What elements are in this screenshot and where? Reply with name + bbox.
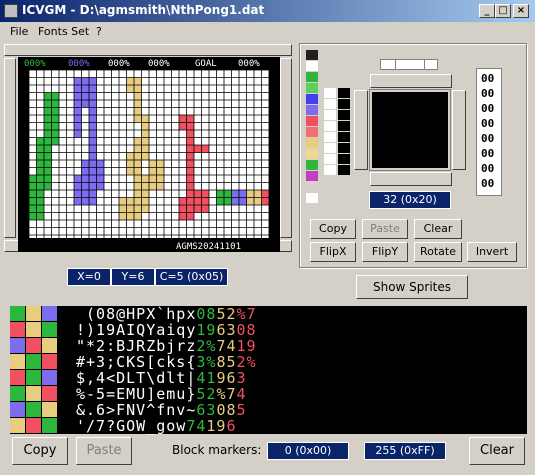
sprite-top-preview: [380, 59, 438, 70]
charset-row: "*2:BJRZbjrz2%7419: [76, 338, 257, 354]
charset-color-column: [10, 306, 75, 434]
status-p3: 000%: [108, 59, 130, 69]
menu-fonts-set[interactable]: Fonts Set: [38, 25, 89, 38]
rotate-button[interactable]: Rotate: [414, 242, 462, 262]
minimize-button[interactable]: _: [479, 4, 495, 18]
sprite-left-bar[interactable]: [354, 90, 368, 170]
charset-glyph-red: 6: [226, 417, 237, 435]
charset-row: %-5=EMU]emu}52%74: [76, 386, 257, 402]
maximize-button[interactable]: □: [495, 4, 511, 18]
status-goal-value: 000%: [238, 59, 260, 69]
charset-glyphs: (08@HPX`hpx0852%7 !)19AIQYaiqy196308 "*2:B…: [76, 306, 257, 434]
bottom-paste-button[interactable]: Paste: [76, 437, 132, 465]
sprite-canvas[interactable]: [372, 92, 448, 168]
sprite-right-bar[interactable]: [452, 90, 466, 170]
canvas-top-bar[interactable]: [4, 44, 292, 56]
sprite-index-label: 32 (0x20): [369, 191, 451, 209]
sprite-value: 00: [481, 87, 495, 100]
sprite-value: 00: [481, 117, 495, 130]
status-p2: 000%: [68, 59, 90, 69]
charset-glyph-red: 5: [236, 401, 247, 419]
pattern-canvas[interactable]: 000% 000% 000% 000% GOAL 000% AGMS202411…: [18, 57, 280, 252]
flipy-button[interactable]: FlipY: [362, 242, 408, 262]
sprite-frame: [369, 89, 451, 171]
charset-glyph-green: 74: [186, 417, 207, 435]
sprite-value: 00: [481, 102, 495, 115]
clear-button[interactable]: Clear: [414, 219, 462, 239]
charset-row: (08@HPX`hpx0852%7: [76, 306, 257, 322]
canvas-footer-text: AGMS20241101: [176, 242, 241, 252]
window-title: ICVGM - D:\agmsmith\NthPong1.dat: [22, 3, 265, 17]
sprite-value: 00: [481, 132, 495, 145]
paste-button[interactable]: Paste: [362, 219, 408, 239]
sprite-bottom-bar[interactable]: [370, 172, 452, 186]
sprite-value: 00: [481, 72, 495, 85]
color-palette[interactable]: [306, 50, 352, 210]
sprite-value: 00: [481, 177, 495, 190]
show-sprites-button[interactable]: Show Sprites: [356, 275, 468, 299]
invert-button[interactable]: Invert: [467, 242, 517, 262]
coord-color: C=5 (0x05): [155, 268, 228, 286]
status-p4: 000%: [148, 59, 170, 69]
app-icon: [4, 4, 18, 18]
canvas-right-bar[interactable]: [280, 58, 292, 238]
menu-help[interactable]: ?: [96, 25, 102, 38]
close-button[interactable]: ×: [513, 4, 529, 18]
sprite-value: 00: [481, 162, 495, 175]
charset-row: '/7?GOW_gow74196: [76, 418, 257, 434]
charset-row: &.6>FNV^fnv~63085: [76, 402, 257, 418]
charset-row: $,4<DLT\dlt|41963: [76, 370, 257, 386]
charset-panel[interactable]: (08@HPX`hpx0852%7 !)19AIQYaiqy196308 "*2:B…: [10, 306, 527, 434]
coord-x: X=0: [67, 268, 111, 286]
menu-file[interactable]: File: [10, 25, 28, 38]
charset-row: !)19AIQYaiqy196308: [76, 322, 257, 338]
menu-bar: File Fonts Set ?: [0, 22, 535, 40]
status-p1: 000%: [24, 59, 46, 69]
coord-y: Y=6: [111, 268, 155, 286]
charset-glyph-yellow: 19: [206, 417, 227, 435]
canvas-left-bar[interactable]: [4, 58, 16, 238]
sprite-value: 00: [481, 147, 495, 160]
block-markers-label: Block markers:: [172, 443, 262, 457]
charset-row: #+3;CKS[cks{3%852%: [76, 354, 257, 370]
title-bar: ICVGM - D:\agmsmith\NthPong1.dat _ □ ×: [0, 0, 535, 22]
sprite-top-bar[interactable]: [370, 74, 452, 88]
status-goal: GOAL: [195, 59, 217, 69]
block-marker-start: 0 (0x00): [267, 442, 349, 460]
block-marker-end: 255 (0xFF): [364, 442, 446, 460]
sprite-values-list: 00 00 00 00 00 00 00 00: [476, 68, 502, 196]
bottom-copy-button[interactable]: Copy: [12, 437, 68, 465]
bottom-clear-button[interactable]: Clear: [469, 437, 525, 465]
charset-glyph-white: '/7?GOW_gow: [76, 417, 187, 435]
flipx-button[interactable]: FlipX: [310, 242, 356, 262]
copy-button[interactable]: Copy: [310, 219, 356, 239]
